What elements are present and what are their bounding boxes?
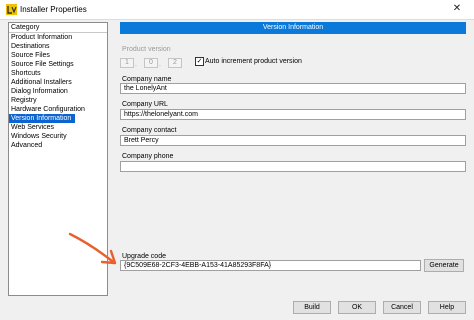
ok-button[interactable]: OK (338, 301, 376, 314)
upgrade-code-field[interactable]: {9C509E68-2CF3-4EBB-A153-41A85293F8FA} (120, 260, 421, 271)
category-item-shortcuts[interactable]: Shortcuts (9, 69, 107, 78)
company-url-field[interactable]: https://thelonelyant.com (120, 109, 466, 120)
help-button[interactable]: Help (428, 301, 466, 314)
labview-icon (6, 4, 17, 15)
company-name-field[interactable]: the LonelyAnt (120, 83, 466, 94)
category-item-advanced[interactable]: Advanced (9, 141, 107, 150)
close-icon[interactable]: ✕ (448, 2, 466, 16)
version-fix-field: 2 (168, 58, 182, 68)
cancel-button[interactable]: Cancel (383, 301, 421, 314)
version-major-field: 1 (120, 58, 134, 68)
auto-increment-checkbox[interactable]: ✓ (195, 57, 204, 66)
company-phone-label: Company phone (122, 153, 174, 160)
product-version-label: Product version (122, 46, 171, 53)
auto-increment-label: Auto increment product version (205, 58, 302, 65)
version-separator: . (159, 61, 161, 68)
window-title: Installer Properties (20, 5, 87, 14)
category-item-version-information[interactable]: Version Information (9, 114, 75, 123)
category-item-additional-installers[interactable]: Additional Installers (9, 78, 107, 87)
version-minor-field: 0 (144, 58, 158, 68)
version-separator: . (135, 61, 137, 68)
category-header: Category (9, 23, 107, 33)
category-item-destinations[interactable]: Destinations (9, 42, 107, 51)
category-item-web-services[interactable]: Web Services (9, 123, 107, 132)
generate-button[interactable]: Generate (424, 259, 464, 272)
company-contact-label: Company contact (122, 127, 177, 134)
category-item-source-files[interactable]: Source Files (9, 51, 107, 60)
build-button[interactable]: Build (293, 301, 331, 314)
section-header: Version Information (120, 22, 466, 34)
annotation-arrow-icon (68, 232, 117, 265)
category-item-windows-security[interactable]: Windows Security (9, 132, 107, 141)
category-item-source-file-settings[interactable]: Source File Settings (9, 60, 107, 69)
company-phone-field[interactable] (120, 161, 466, 172)
company-contact-field[interactable]: Brett Percy (120, 135, 466, 146)
category-item-product-information[interactable]: Product Information (9, 33, 107, 42)
category-item-registry[interactable]: Registry (9, 96, 107, 105)
category-item-dialog-information[interactable]: Dialog Information (9, 87, 107, 96)
company-url-label: Company URL (122, 101, 168, 108)
title-bar: Installer Properties ✕ (0, 0, 474, 19)
category-item-hardware-configuration[interactable]: Hardware Configuration (9, 105, 107, 114)
